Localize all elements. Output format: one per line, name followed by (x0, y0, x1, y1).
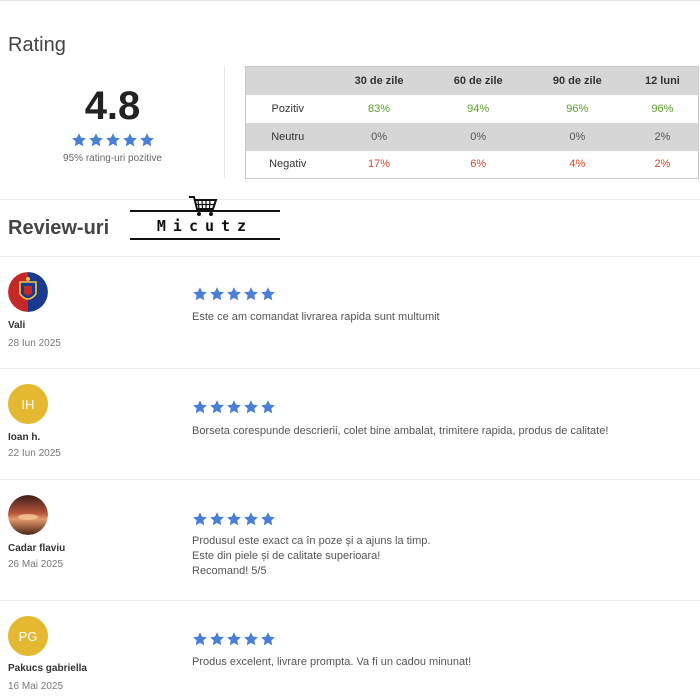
reviewer-name: Cadar flaviu (8, 543, 66, 554)
review-text-line: Este din piele și de calitate superioara… (192, 550, 381, 562)
table-header-60-days: 60 de zile (428, 66, 528, 95)
table-cell: 83% (368, 102, 391, 115)
review-text: Este ce am comandat livrarea rapida sunt… (192, 310, 440, 325)
table-row-negative: Negativ 17% 6% 4% 2% (246, 151, 699, 179)
table-header-row: 30 de zile 60 de zile 90 de zile 12 luni (245, 66, 699, 95)
positive-ratio-text: 95% rating-uri pozitive (63, 153, 162, 164)
review-stars (192, 631, 276, 647)
star-icon (260, 399, 276, 415)
review-stars (192, 511, 276, 527)
star-icon (260, 631, 276, 647)
table-cell: 94% (467, 102, 490, 115)
table-cell: 4% (569, 158, 586, 171)
review-item: Vali 28 Iun 2025 Este ce am comandat liv… (0, 272, 700, 382)
reviewer-name: Pakucs gabriella (8, 663, 87, 674)
table-header-90-days: 90 de zile (527, 66, 627, 95)
reviews-heading: Review-uri (8, 217, 110, 239)
reviewer-name: Vali (8, 320, 26, 331)
star-icon (192, 399, 208, 415)
table-cell: 6% (470, 158, 487, 171)
table-cell: 17% (368, 158, 391, 171)
review-date: 22 Iun 2025 (8, 448, 61, 459)
table-cell: 2% (654, 158, 671, 171)
rating-summary: 4.8 95% rating-uri pozitive (0, 66, 225, 178)
review-item: Cadar flaviu 26 Mai 2025 Produsul este e… (0, 495, 700, 605)
average-score: 4.8 (84, 84, 141, 128)
review-text-line: Produsul este exact ca în poze și a ajun… (192, 535, 431, 547)
avatar (8, 495, 48, 535)
star-icon (209, 511, 225, 527)
star-icon (243, 286, 259, 302)
table-cell: 0% (527, 122, 627, 151)
star-icon (226, 399, 242, 415)
review-stars (192, 286, 276, 302)
micutz-logo: Micutz (130, 194, 280, 244)
review-item: IH Ioan h. 22 Iun 2025 Borseta corespund… (0, 384, 700, 494)
star-icon (88, 132, 104, 148)
star-icon (243, 631, 259, 647)
logo-bottom-rule (130, 238, 280, 240)
review-text: Produs excelent, livrare prompta. Va fi … (192, 655, 471, 670)
table-cell: 96% (566, 102, 589, 115)
rating-heading: Rating (8, 34, 66, 56)
star-icon (105, 132, 121, 148)
review-divider (0, 256, 700, 257)
rating-breakdown-table: 30 de zile 60 de zile 90 de zile 12 luni… (245, 66, 699, 179)
star-icon (226, 631, 242, 647)
star-icon (243, 511, 259, 527)
review-text-line: Recomand! 5/5 (192, 565, 267, 577)
table-cell: 0% (329, 122, 429, 151)
star-icon (192, 631, 208, 647)
star-icon (260, 286, 276, 302)
avatar: PG (8, 616, 48, 656)
table-cell: 0% (428, 122, 528, 151)
shopping-cart-icon (189, 196, 218, 216)
star-icon (122, 132, 138, 148)
star-icon (192, 511, 208, 527)
sunset-photo-avatar (8, 495, 48, 535)
table-header-empty (245, 66, 330, 95)
star-icon (209, 631, 225, 647)
table-row-positive: Pozitiv 83% 94% 96% 96% (246, 95, 699, 123)
star-icon (260, 511, 276, 527)
row-label: Pozitiv (271, 102, 304, 115)
review-text: Borseta corespunde descrierii, colet bin… (192, 424, 608, 439)
logo-top-rule (130, 210, 280, 212)
star-icon (139, 132, 155, 148)
star-icon (209, 399, 225, 415)
review-divider (0, 600, 700, 601)
top-divider (0, 0, 700, 1)
review-text-line: Borseta corespunde descrierii, colet bin… (192, 425, 609, 437)
row-label: Negativ (269, 158, 307, 171)
review-date: 26 Mai 2025 (8, 559, 64, 570)
star-icon (71, 132, 87, 148)
reviewer-name: Ioan h. (8, 432, 41, 443)
review-text-line: Produs excelent, livrare prompta. Va fi … (192, 656, 472, 668)
star-icon (192, 286, 208, 302)
row-label: Neutru (245, 122, 330, 151)
table-header-30-days: 30 de zile (329, 66, 429, 95)
review-date: 16 Mai 2025 (8, 681, 64, 692)
review-item: PG Pakucs gabriella 16 Mai 2025 Produs e… (0, 616, 700, 700)
club-crest-avatar (8, 272, 48, 312)
star-icon (226, 511, 242, 527)
table-cell: 2% (626, 122, 699, 151)
star-icon (226, 286, 242, 302)
star-icon (243, 399, 259, 415)
star-icon (209, 286, 225, 302)
table-cell: 96% (651, 102, 674, 115)
table-header-12-months: 12 luni (626, 66, 699, 95)
review-text: Produsul este exact ca în poze și a ajun… (192, 534, 430, 579)
review-divider (0, 368, 700, 369)
avatar (8, 272, 48, 312)
logo-wordmark: Micutz (156, 217, 254, 235)
table-row-neutral: Neutru 0% 0% 0% 2% (245, 122, 699, 151)
average-stars (0, 132, 225, 150)
review-date: 28 Iun 2025 (8, 338, 61, 349)
review-text-line: Este ce am comandat livrarea rapida sunt… (192, 311, 440, 323)
section-divider (0, 199, 700, 200)
review-divider (0, 479, 700, 480)
review-stars (192, 399, 276, 415)
avatar: IH (8, 384, 48, 424)
